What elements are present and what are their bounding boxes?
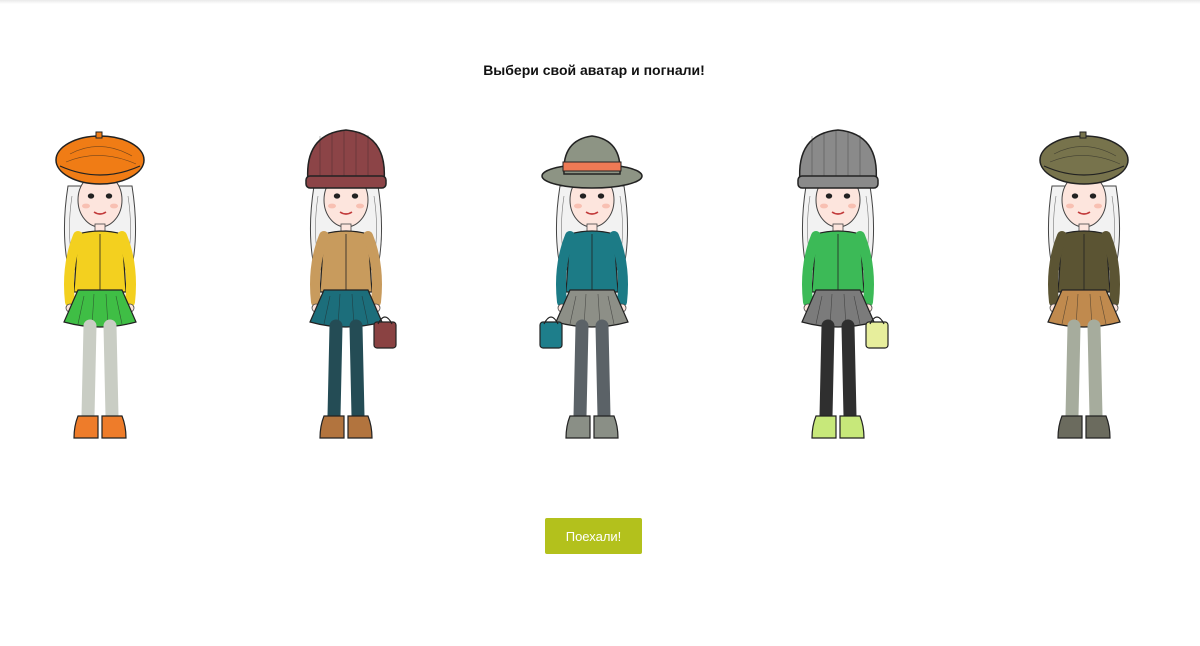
avatar-5[interactable]	[1024, 126, 1144, 448]
avatar-4-figure	[797, 129, 889, 439]
beret-hat	[1039, 131, 1129, 185]
avatar-1[interactable]	[40, 126, 160, 448]
handbag	[539, 316, 563, 349]
avatar-2-figure	[305, 129, 397, 439]
go-button[interactable]: Поехали!	[545, 518, 642, 554]
beanie-hat	[797, 129, 879, 189]
handbag	[373, 316, 397, 349]
avatar-4[interactable]	[778, 126, 898, 448]
top-shadow	[0, 0, 1200, 4]
handbag	[865, 316, 889, 349]
avatar-3[interactable]	[532, 126, 652, 448]
avatar-1-figure	[55, 131, 145, 439]
beanie-hat	[305, 129, 387, 189]
beret-hat	[55, 131, 145, 185]
avatar-5-figure	[1039, 131, 1129, 439]
avatar-2[interactable]	[286, 126, 406, 448]
page-heading: Выбери свой аватар и погнали!	[483, 62, 705, 78]
fedora-hat	[541, 135, 643, 189]
avatar-3-figure	[539, 135, 643, 439]
